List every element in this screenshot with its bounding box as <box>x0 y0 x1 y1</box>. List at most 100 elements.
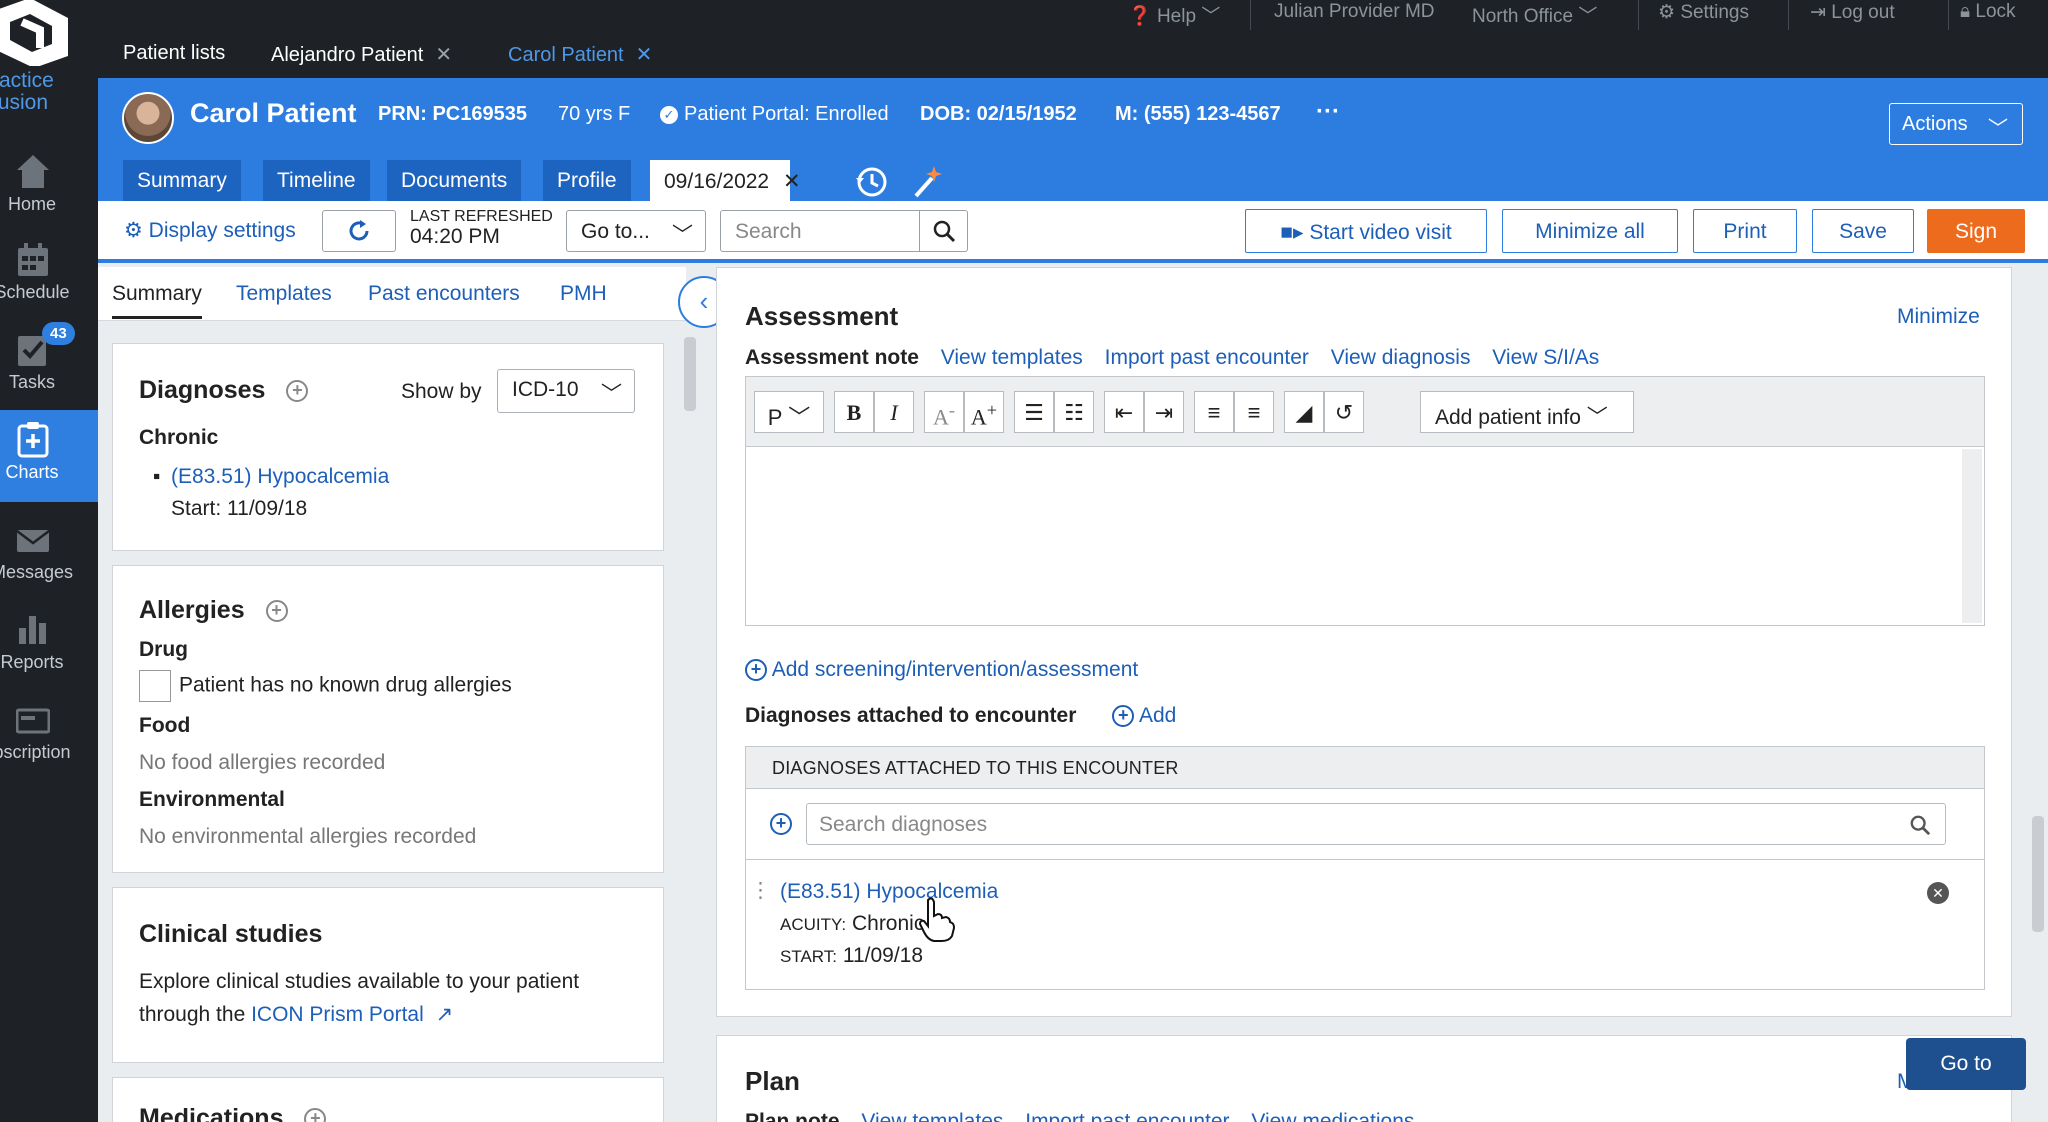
nav-reports-label: Reports <box>0 652 64 672</box>
align-center-icon[interactable]: ≡ <box>1234 391 1274 433</box>
bold-icon[interactable]: B <box>834 391 874 433</box>
minimize-link[interactable]: Minimize <box>1897 305 1980 329</box>
logout-label: Log out <box>1831 2 1895 23</box>
increase-font-icon[interactable]: A+ <box>964 391 1004 433</box>
add-patient-info-dropdown[interactable]: Add patient info ﹀ <box>1420 391 1634 433</box>
home-icon <box>17 155 49 188</box>
display-settings-link[interactable]: ⚙ Display settings <box>124 218 296 243</box>
outdent-icon[interactable]: ⇤ <box>1104 391 1144 433</box>
editor-scrollbar[interactable] <box>1962 449 1982 623</box>
nav-charts[interactable]: Charts <box>0 410 98 502</box>
add-circle-icon[interactable]: + <box>770 813 792 835</box>
nav-tasks[interactable]: 43 Tasks <box>0 320 98 408</box>
view-medications-link[interactable]: View medications <box>1251 1110 1414 1122</box>
encounter-note-panel: Assessment Minimize Assessment note View… <box>716 267 2018 1122</box>
add-label: Add <box>1138 704 1177 727</box>
clinical-studies-text-2: through the ICON Prism Portal ↗ <box>139 1003 454 1026</box>
view-diagnosis-link[interactable]: View diagnosis <box>1331 346 1471 369</box>
prescription-icon <box>16 708 50 734</box>
left-scrollbar[interactable] <box>684 337 696 411</box>
goto-floating-button[interactable]: Go to <box>1906 1038 2026 1090</box>
eraser-icon[interactable]: ◢ <box>1284 391 1324 433</box>
last-refreshed-label: LAST REFRESHED <box>410 208 553 225</box>
nav-eprescription-label: bscription <box>0 742 71 762</box>
tab-summary[interactable]: Summary <box>123 160 241 201</box>
view-sias-link[interactable]: View S/I/As <box>1492 346 1599 369</box>
minimize-all-button[interactable]: Minimize all <box>1502 209 1678 253</box>
add-allergy-icon[interactable]: + <box>265 600 288 623</box>
sign-button[interactable]: Sign <box>1927 209 2025 253</box>
actions-dropdown[interactable]: Actions ﹀ <box>1889 103 2023 145</box>
assessment-links: Assessment note View templates Import pa… <box>745 346 1615 370</box>
nav-messages[interactable]: Messages <box>0 510 98 598</box>
page-scrollbar[interactable] <box>2032 816 2044 932</box>
history-icon[interactable] <box>854 164 890 200</box>
practice-fusion-logo[interactable]: ractice fusion <box>0 0 98 120</box>
chevron-down-icon: ﹀ <box>1586 406 1608 429</box>
save-button[interactable]: Save <box>1812 209 1914 253</box>
decrease-font-icon[interactable]: A- <box>924 391 964 433</box>
assessment-text-area[interactable] <box>746 449 1960 625</box>
attached-diagnosis-link[interactable]: (E83.51) Hypocalcemia <box>780 880 998 904</box>
add-medication-icon[interactable]: + <box>304 1108 327 1122</box>
search-input[interactable]: Search <box>720 210 968 252</box>
add-diagnosis-link[interactable]: + Add <box>1112 704 1192 728</box>
search-diagnoses-input[interactable]: Search diagnoses <box>806 803 1946 845</box>
italic-icon[interactable]: I <box>874 391 914 433</box>
align-left-icon[interactable]: ≡ <box>1194 391 1234 433</box>
nkda-checkbox[interactable] <box>139 670 171 702</box>
bullet-list-icon[interactable]: ☰ <box>1014 391 1054 433</box>
nav-home[interactable]: Home <box>0 142 98 230</box>
drag-handle-icon[interactable]: ⋮ <box>750 878 771 903</box>
tab-alejandro-patient[interactable]: Alejandro Patient ✕ <box>271 42 452 67</box>
magic-wand-icon[interactable] <box>910 164 946 200</box>
nav-eprescription[interactable]: bscription <box>0 690 98 778</box>
lock-link[interactable]: 🔒︎ Lock <box>1960 1 2016 23</box>
view-templates-link[interactable]: View templates <box>861 1110 1003 1122</box>
tab-pmh[interactable]: PMH <box>560 282 607 306</box>
settings-link[interactable]: ⚙ Settings <box>1658 1 1749 24</box>
show-by-select[interactable]: ICD-10 ﹀ <box>497 369 635 413</box>
tab-encounter-date[interactable]: 09/16/2022 ✕ <box>650 160 801 201</box>
tab-timeline[interactable]: Timeline <box>263 160 370 201</box>
add-screening-link[interactable]: + Add screening/intervention/assessment <box>745 658 1154 682</box>
office-menu[interactable]: North Office ﹀ <box>1472 1 1597 28</box>
print-button[interactable]: Print <box>1693 209 1797 253</box>
nav-schedule[interactable]: Schedule <box>0 230 98 318</box>
tab-templates[interactable]: Templates <box>236 282 332 306</box>
chevron-left-icon: ‹ <box>699 286 709 316</box>
add-diagnosis-icon[interactable]: + <box>286 380 309 403</box>
tab-carol-patient[interactable]: Carol Patient ✕ <box>508 42 652 67</box>
tab-summary[interactable]: Summary <box>112 282 202 319</box>
diagnosis-link[interactable]: (E83.51) Hypocalcemia <box>171 465 389 489</box>
more-icon[interactable]: ··· <box>1316 98 1340 126</box>
nav-reports[interactable]: Reports <box>0 600 98 688</box>
close-icon[interactable]: ✕ <box>435 44 452 66</box>
close-icon[interactable]: ✕ <box>636 44 653 66</box>
avatar <box>122 92 174 144</box>
indent-icon[interactable]: ⇥ <box>1144 391 1184 433</box>
import-past-encounter-link[interactable]: Import past encounter <box>1105 346 1309 369</box>
refresh-button[interactable] <box>322 210 396 252</box>
close-icon[interactable]: ✕ <box>783 170 801 193</box>
numbered-list-icon[interactable]: ☷ <box>1054 391 1094 433</box>
icon-prism-portal-link[interactable]: ICON Prism Portal <box>251 1003 424 1026</box>
nkda-checkbox-row[interactable]: Patient has no known drug allergies <box>139 670 512 702</box>
remove-diagnosis-icon[interactable]: ✕ <box>1927 882 1949 904</box>
view-templates-link[interactable]: View templates <box>941 346 1083 369</box>
tab-patient-lists[interactable]: Patient lists <box>123 42 225 65</box>
search-button[interactable] <box>919 211 967 251</box>
tab-documents[interactable]: Documents <box>387 160 522 201</box>
start-video-visit-button[interactable]: ■▸ Start video visit <box>1245 209 1487 253</box>
import-past-encounter-link[interactable]: Import past encounter <box>1025 1110 1229 1122</box>
envelope-icon <box>16 530 50 552</box>
undo-icon[interactable]: ↺ <box>1324 391 1364 433</box>
help-menu[interactable]: ❓ Help ﹀ <box>1128 1 1220 28</box>
allergies-title: Allergies + <box>139 596 288 625</box>
external-link-icon[interactable]: ↗ <box>436 1003 454 1026</box>
goto-select[interactable]: Go to... ﹀ <box>566 210 706 252</box>
logout-link[interactable]: ⇥ Log out <box>1810 1 1895 24</box>
tab-profile[interactable]: Profile <box>543 160 631 201</box>
paragraph-format-select[interactable]: P ﹀ <box>754 391 824 433</box>
tab-past-encounters[interactable]: Past encounters <box>368 282 520 306</box>
